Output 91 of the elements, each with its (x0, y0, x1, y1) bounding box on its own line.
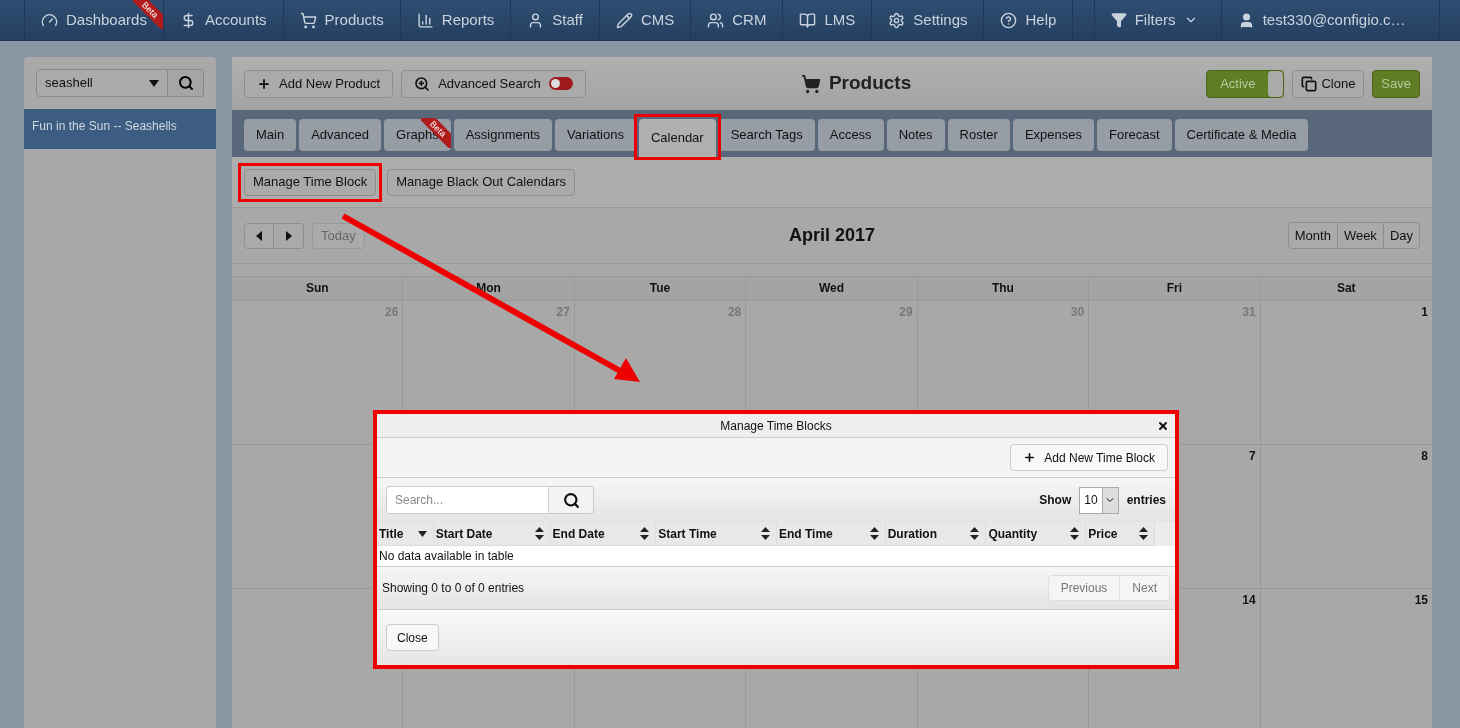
column-header[interactable]: End Time (776, 522, 886, 545)
weekday-header: Wed (746, 277, 918, 300)
pencil-icon (615, 11, 633, 29)
nav-item[interactable]: Reports (400, 0, 512, 40)
sidebar-item[interactable]: Fun in the Sun -- Seashells (24, 109, 216, 149)
caret-icon (149, 79, 159, 87)
nav-item[interactable]: Help (984, 0, 1074, 40)
help-icon (1000, 11, 1018, 29)
column-header[interactable]: End Date (550, 522, 657, 545)
nav-item[interactable]: Staff (511, 0, 600, 40)
plus-icon (257, 76, 271, 91)
search-button[interactable] (549, 486, 594, 514)
previous-button[interactable] (244, 222, 274, 249)
add-time-block-button[interactable]: Add New Time Block (1010, 444, 1168, 471)
column-header[interactable]: Title (377, 522, 434, 545)
tab[interactable]: Access (817, 119, 884, 151)
day-number: 1 (1421, 304, 1428, 321)
advanced-search-button[interactable]: Advanced Search (401, 69, 586, 98)
show-label: Show (1039, 492, 1072, 509)
search-field[interactable]: Search... (386, 486, 549, 514)
nav-item[interactable]: Accounts (163, 0, 284, 40)
tab[interactable]: Forecast (1097, 119, 1172, 151)
copy-icon (1301, 75, 1318, 92)
tab[interactable]: Certificate & Media (1174, 119, 1309, 151)
empty-table-message: No data available in table (377, 546, 1175, 567)
day-number: 14 (1242, 592, 1256, 609)
day-number: 8 (1421, 448, 1428, 465)
settings-icon (888, 11, 906, 29)
tab[interactable]: Assignments (453, 119, 553, 151)
table-info: Showing 0 to 0 of 0 entries (382, 580, 525, 597)
calendar-day-cell[interactable]: 8 (1260, 445, 1432, 588)
tab[interactable]: Search Tags (718, 119, 815, 151)
plus-icon (1023, 451, 1037, 464)
filter-icon (1110, 12, 1127, 28)
calendar-day-cell[interactable]: 1 (1260, 301, 1432, 444)
clone-button[interactable]: Clone (1292, 69, 1365, 98)
close-icon (1157, 420, 1169, 432)
tab[interactable]: Advanced (299, 119, 381, 151)
column-header[interactable]: Duration (885, 522, 987, 545)
day-number: 7 (1248, 448, 1256, 465)
view-button[interactable]: Day (1382, 222, 1420, 249)
view-button[interactable]: Week (1336, 222, 1384, 249)
nav-item[interactable]: Products (283, 0, 401, 40)
day-number: 15 (1414, 592, 1428, 609)
page-size-select[interactable]: 10 (1079, 486, 1119, 514)
zoom-icon (414, 75, 431, 92)
tab[interactable]: Variations (555, 119, 636, 151)
entries-label: entries (1126, 492, 1166, 509)
right-arrow-icon (285, 230, 292, 241)
page-title: Products (828, 71, 912, 96)
nav-item[interactable]: CMS (599, 0, 692, 40)
nav-item[interactable]: Settings (872, 0, 985, 40)
weekday-header: Tue (574, 277, 747, 300)
tab[interactable]: Roster (947, 119, 1010, 151)
column-header[interactable]: Start Date (433, 522, 551, 545)
weekday-header: Sat (1335, 280, 1357, 297)
tab[interactable]: Calendar (638, 119, 716, 157)
column-header[interactable]: Quantity (986, 522, 1087, 545)
view-button[interactable]: Month (1287, 222, 1338, 249)
subtab-button[interactable]: Manage Black Out Calendars (387, 168, 575, 196)
tab[interactable]: Expenses (1012, 119, 1094, 151)
toggle-switch[interactable] (548, 77, 573, 90)
gauge-icon (41, 11, 58, 29)
add-product-button[interactable]: Add New Product (244, 69, 394, 98)
search-icon (177, 75, 194, 91)
nav-item[interactable]: CRM (691, 0, 784, 40)
users-icon (707, 11, 725, 29)
tab[interactable]: Main (244, 119, 297, 151)
close-button[interactable] (1157, 420, 1169, 432)
tab[interactable]: Notes (886, 119, 945, 151)
next-button[interactable] (274, 222, 304, 249)
filters-menu[interactable]: Filters (1094, 0, 1222, 40)
cart-icon (800, 73, 821, 94)
nav-item[interactable]: LMS (783, 0, 873, 40)
column-header[interactable]: Price (1086, 522, 1155, 545)
search-icon (562, 491, 580, 509)
cart-icon (299, 11, 317, 29)
column-header[interactable]: Start Time (656, 522, 777, 545)
weekday-header: Thu (917, 277, 1090, 300)
bar-chart-icon (416, 11, 434, 29)
user-menu[interactable]: test330@configio.c… (1221, 0, 1440, 40)
weekday-header: Sun (232, 277, 404, 300)
book-icon (799, 11, 817, 29)
close-dialog-button[interactable]: Close (386, 624, 439, 651)
left-arrow-icon (256, 230, 262, 241)
search-button[interactable] (168, 69, 204, 97)
search-field[interactable]: seashell (36, 69, 168, 97)
calendar-title: April 2017 (787, 224, 876, 247)
weekday-header: Fri (1089, 277, 1261, 300)
calendar-day-cell[interactable]: 15 (1260, 589, 1432, 728)
subtab-button[interactable]: Manage Time Block (244, 168, 377, 196)
